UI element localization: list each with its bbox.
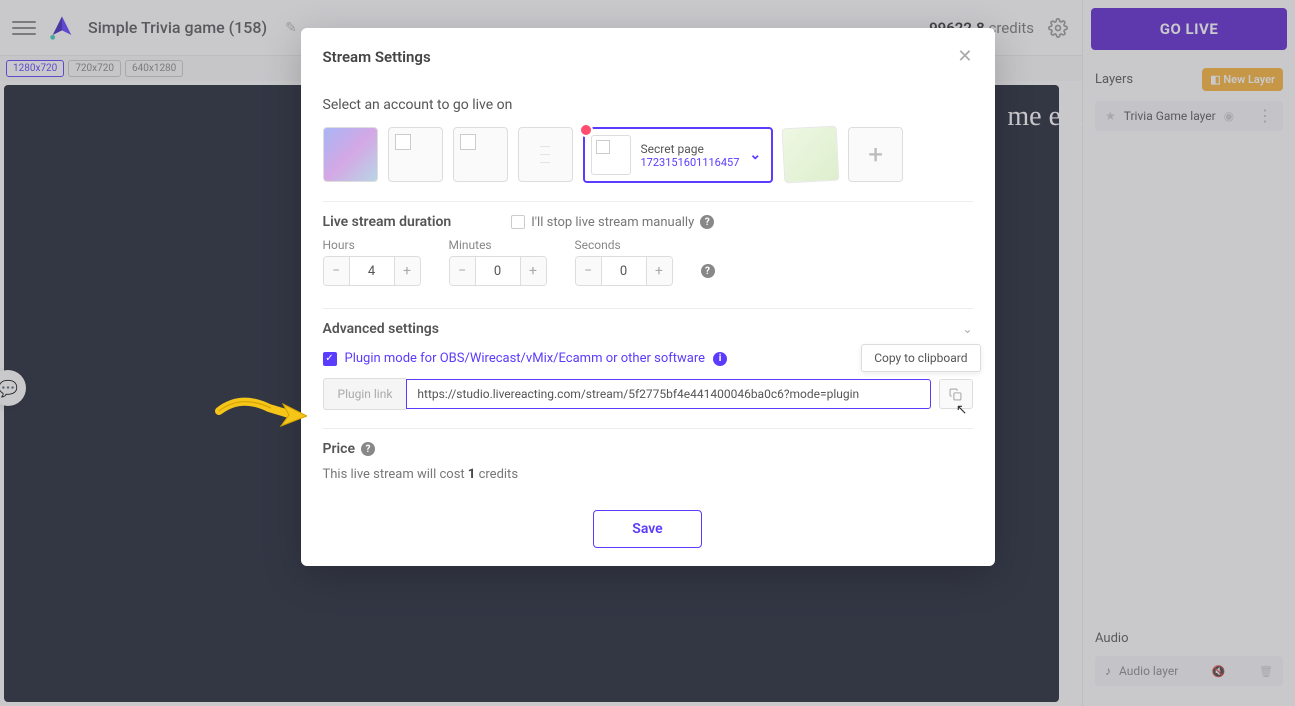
- hours-minus-button[interactable]: −: [324, 257, 350, 285]
- copy-tooltip: Copy to clipboard: [861, 344, 980, 372]
- hours-label: Hours: [323, 238, 421, 252]
- chevron-down-icon: ⌄: [962, 322, 972, 336]
- duration-label: Live stream duration: [323, 214, 452, 230]
- minutes-label: Minutes: [449, 238, 547, 252]
- hours-input[interactable]: [350, 257, 394, 285]
- copy-icon: [949, 388, 962, 401]
- minutes-minus-button[interactable]: −: [450, 257, 476, 285]
- modal-overlay: Stream Settings ✕ Select an account to g…: [0, 0, 1295, 706]
- stream-settings-modal: Stream Settings ✕ Select an account to g…: [301, 28, 995, 566]
- price-label: Price: [323, 441, 356, 457]
- chevron-down-icon[interactable]: ⌄: [749, 147, 761, 163]
- account-tile[interactable]: [388, 127, 443, 182]
- seconds-label: Seconds: [575, 238, 673, 252]
- help-icon[interactable]: ?: [361, 442, 375, 456]
- minutes-stepper: − +: [449, 256, 547, 286]
- plugin-link-label: Plugin link: [323, 378, 407, 410]
- account-tile[interactable]: [518, 127, 573, 182]
- account-id: 1723151601116457: [641, 156, 740, 169]
- copy-button[interactable]: [939, 379, 973, 409]
- account-name: Secret page: [641, 142, 740, 156]
- account-thumb: [591, 135, 631, 175]
- hours-stepper: − +: [323, 256, 421, 286]
- plugin-link-input[interactable]: [406, 379, 930, 409]
- checkbox-icon: [511, 215, 525, 229]
- close-icon[interactable]: ✕: [957, 46, 972, 67]
- minutes-plus-button[interactable]: +: [520, 257, 546, 285]
- arrow-annotation: [211, 386, 307, 436]
- manual-stop-checkbox[interactable]: I'll stop live stream manually ?: [511, 215, 714, 230]
- save-button[interactable]: Save: [593, 510, 701, 548]
- account-tile[interactable]: [323, 127, 378, 182]
- seconds-input[interactable]: [602, 257, 646, 285]
- minutes-input[interactable]: [476, 257, 520, 285]
- help-icon[interactable]: ?: [700, 215, 714, 229]
- select-account-label: Select an account to go live on: [323, 97, 973, 113]
- seconds-minus-button[interactable]: −: [576, 257, 602, 285]
- seconds-plus-button[interactable]: +: [646, 257, 672, 285]
- add-account-tile[interactable]: +: [848, 127, 903, 182]
- checkbox-checked-icon: ✓: [323, 352, 337, 366]
- account-tile-selected[interactable]: Secret page 1723151601116457 ⌄: [583, 127, 774, 183]
- alert-badge-icon: [579, 123, 593, 137]
- price-text: This live stream will cost 1 credits: [323, 467, 973, 482]
- account-tile[interactable]: [453, 127, 508, 182]
- info-icon[interactable]: i: [713, 352, 727, 366]
- account-tile[interactable]: [782, 126, 840, 184]
- seconds-stepper: − +: [575, 256, 673, 286]
- account-row: Secret page 1723151601116457 ⌄ +: [323, 127, 973, 183]
- help-icon[interactable]: ?: [701, 264, 715, 278]
- advanced-settings-toggle[interactable]: Advanced settings ⌄: [323, 321, 973, 337]
- modal-title: Stream Settings: [323, 48, 431, 66]
- hours-plus-button[interactable]: +: [394, 257, 420, 285]
